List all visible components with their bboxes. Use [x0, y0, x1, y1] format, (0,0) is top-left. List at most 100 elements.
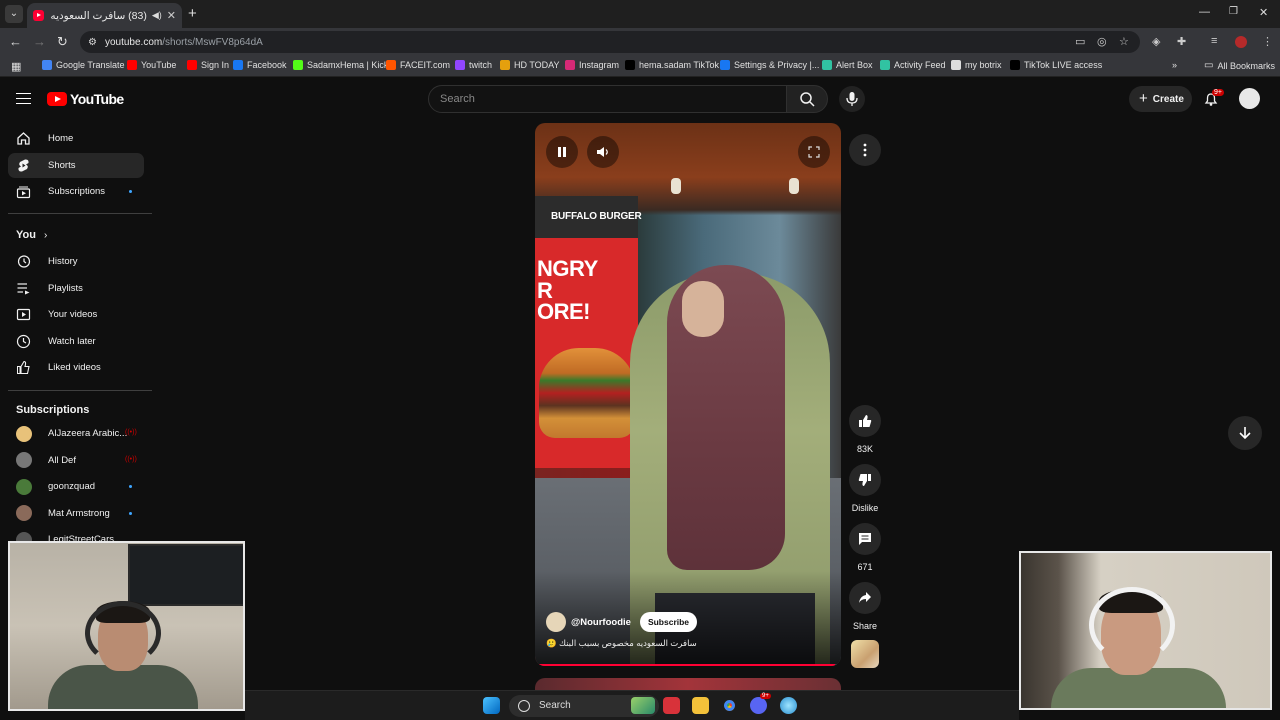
channel-handle[interactable]: @Nourfoodie — [571, 617, 631, 628]
sidebar-item-liked-videos[interactable]: Liked videos — [8, 355, 144, 380]
short-caption[interactable]: سافرت السعوديه مخصوص بسبب البنك 🥲 — [546, 638, 746, 649]
bookmark-favicon-icon — [455, 60, 465, 70]
subscriptions-icon — [16, 184, 31, 199]
minimize-icon[interactable]: — — [1199, 6, 1210, 18]
restore-icon[interactable]: ❐ — [1229, 6, 1238, 17]
fullscreen-button[interactable] — [798, 136, 830, 168]
video-progress-bar[interactable] — [535, 664, 841, 666]
cast-icon[interactable]: ▭ — [1075, 35, 1085, 48]
bookmark-item[interactable]: twitch — [455, 60, 492, 70]
bookmark-item[interactable]: TikTok LIVE access — [1010, 60, 1102, 70]
sidebar-item-home[interactable]: Home — [8, 126, 144, 151]
next-short-button[interactable] — [1228, 416, 1262, 450]
speaker-icon[interactable]: ◀) — [152, 10, 162, 21]
chrome-icon[interactable] — [721, 697, 738, 714]
liked-videos-icon — [16, 360, 31, 375]
tab-search-button[interactable]: ⌄ — [5, 5, 23, 23]
bookmark-item[interactable]: YouTube — [127, 60, 176, 70]
sidebar-item-watch-later[interactable]: Watch later — [8, 329, 144, 354]
subscription-channel[interactable]: Mat Armstrong — [8, 501, 144, 526]
history-icon — [16, 254, 31, 269]
back-icon[interactable]: ← — [9, 34, 22, 49]
sidebar-item-label: History — [48, 256, 78, 267]
comments-button[interactable] — [849, 523, 881, 555]
search-button[interactable] — [786, 85, 828, 113]
address-bar[interactable]: ⚙ youtube.com /shorts/MswFV8p64dA — [80, 31, 1140, 53]
thumbs-down-icon — [858, 474, 871, 486]
bookmark-item[interactable]: Activity Feed — [880, 60, 946, 70]
video-person-face — [682, 281, 724, 337]
bookmark-label: twitch — [469, 60, 493, 70]
volume-icon — [597, 147, 608, 157]
subscribe-button[interactable]: Subscribe — [639, 612, 698, 632]
dislike-button[interactable] — [849, 464, 881, 496]
voice-search-button[interactable] — [839, 86, 865, 112]
menu-kebab-icon[interactable]: ⋮ — [1262, 35, 1273, 48]
sidebar-item-history[interactable]: History — [8, 249, 144, 274]
sound-thumbnail[interactable] — [851, 640, 879, 668]
site-info-icon[interactable]: ⚙ — [88, 37, 97, 48]
channel-avatar[interactable] — [546, 612, 566, 632]
you-section-header[interactable]: You › — [16, 229, 47, 241]
create-button[interactable]: + Create — [1129, 86, 1192, 112]
bookmark-item[interactable]: FACEIT.com — [386, 60, 450, 70]
reload-icon[interactable]: ↻ — [57, 34, 68, 50]
sidebar-item-playlists[interactable]: Playlists — [8, 276, 144, 301]
media-controls-icon[interactable]: ≡ — [1211, 35, 1217, 47]
app-icon[interactable] — [780, 697, 797, 714]
volume-button[interactable] — [587, 136, 619, 168]
bookmark-item[interactable]: Settings & Privacy |... — [720, 60, 819, 70]
all-bookmarks[interactable]: ▭ All Bookmarks — [1204, 60, 1275, 71]
close-window-icon[interactable]: ✕ — [1259, 6, 1268, 19]
search-input[interactable]: Search — [428, 85, 788, 113]
eye-off-icon[interactable]: ◎ — [1097, 35, 1107, 48]
tab-close-icon[interactable]: ✕ — [167, 9, 176, 22]
browser-tab-active[interactable]: (83) سافرت السعوديه مخص... ◀) ✕ — [27, 3, 182, 28]
bookmark-item[interactable]: Alert Box — [822, 60, 873, 70]
like-button[interactable] — [849, 405, 881, 437]
bookmark-item[interactable]: hema.sadam TikTok — [625, 60, 719, 70]
file-explorer-icon[interactable] — [692, 697, 709, 714]
media-app-icon[interactable] — [663, 697, 680, 714]
widgets-icon[interactable] — [631, 697, 655, 714]
shorts-video-player[interactable]: BUFFALO BURGER NGRY R ORE! @Nourfoodie S… — [535, 123, 841, 666]
bookmark-favicon-icon — [293, 60, 303, 70]
subscription-channel[interactable]: goonzquad — [8, 474, 144, 499]
apps-grid-icon[interactable]: ▦ — [11, 60, 21, 73]
dislike-action: Dislike — [849, 464, 881, 513]
account-avatar[interactable] — [1239, 88, 1260, 109]
bookmark-item[interactable]: Sign In — [187, 60, 229, 70]
url-path: /shorts/MswFV8p64dA — [162, 36, 263, 48]
new-tab-button[interactable]: + — [188, 5, 197, 22]
sidebar-item-subscriptions[interactable]: Subscriptions — [8, 179, 144, 204]
chevron-right-icon: › — [43, 229, 48, 241]
extensions-puzzle-icon[interactable]: ✚ — [1177, 35, 1186, 48]
bookmark-item[interactable]: HD TODAY — [500, 60, 560, 70]
bookmark-star-icon[interactable]: ☆ — [1119, 35, 1129, 48]
youtube-logo[interactable]: YouTube — [47, 91, 124, 107]
bookmark-item[interactable]: Facebook — [233, 60, 287, 70]
subscriptions-section-header: Subscriptions — [16, 404, 90, 416]
forward-icon[interactable]: → — [33, 34, 46, 49]
windows-start-icon[interactable] — [483, 697, 500, 714]
bookmark-item[interactable]: my botrix — [951, 60, 1002, 70]
discord-icon[interactable] — [750, 697, 767, 714]
shorts-icon — [16, 158, 31, 173]
share-button[interactable] — [849, 582, 881, 614]
bookmark-favicon-icon — [127, 60, 137, 70]
profile-avatar-icon[interactable] — [1235, 36, 1247, 48]
sidebar-item-your-videos[interactable]: Your videos — [8, 302, 144, 327]
sidebar-item-shorts[interactable]: Shorts — [8, 152, 144, 178]
more-actions-button[interactable] — [849, 134, 881, 166]
more-bookmarks-icon[interactable]: » — [1172, 60, 1177, 70]
bookmark-item[interactable]: Google Translate — [42, 60, 125, 70]
pause-button[interactable] — [546, 136, 578, 168]
extension-icon[interactable]: ◈ — [1152, 35, 1160, 48]
guide-menu-icon[interactable] — [16, 93, 31, 104]
bookmark-item[interactable]: Instagram — [565, 60, 619, 70]
subscription-channel[interactable]: All Def ((•)) — [8, 448, 144, 473]
subscription-channel[interactable]: AlJazeera Arabic... ((•)) — [8, 421, 144, 446]
channel-name: Mat Armstrong — [48, 507, 110, 519]
bookmark-item[interactable]: SadamxHema | Kick — [293, 60, 388, 70]
you-label: You — [16, 229, 36, 241]
